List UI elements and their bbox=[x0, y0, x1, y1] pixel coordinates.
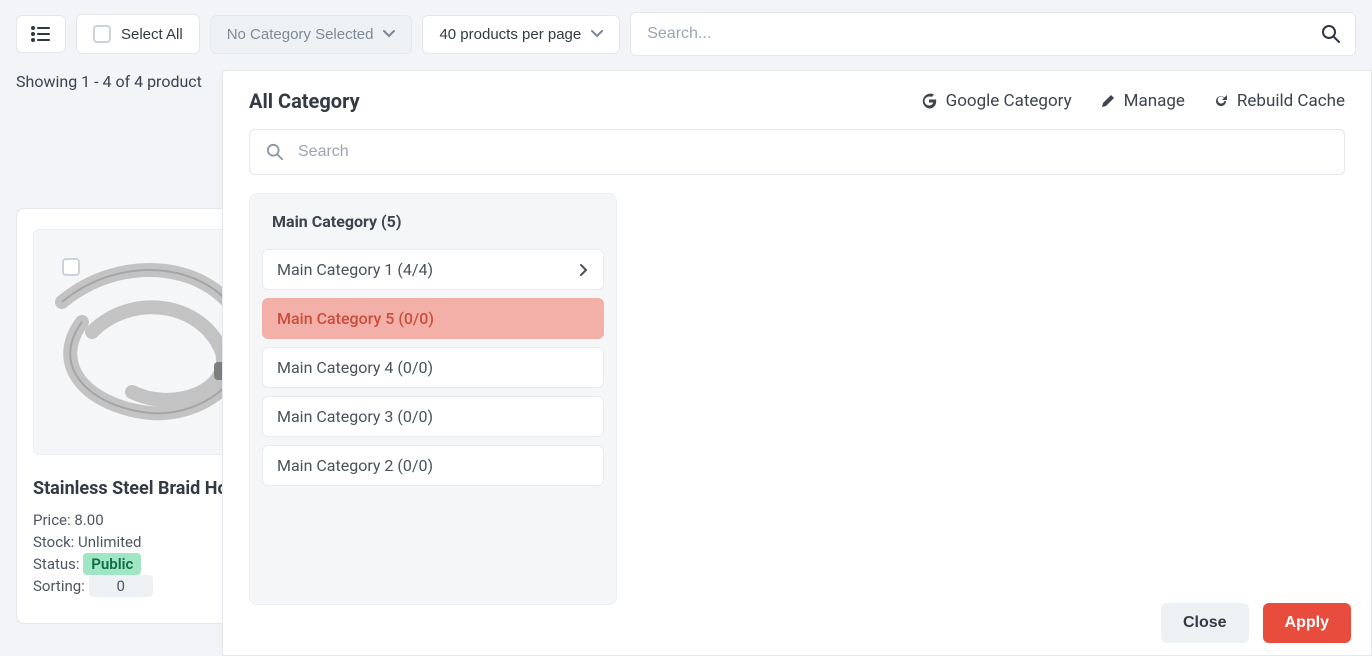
search-icon bbox=[266, 143, 284, 161]
per-page-dropdown[interactable]: 40 products per page bbox=[422, 15, 620, 54]
status-badge: Public bbox=[83, 553, 141, 575]
chevron-down-icon bbox=[591, 30, 603, 38]
modal-search[interactable] bbox=[249, 129, 1345, 175]
list-view-toggle[interactable] bbox=[16, 15, 66, 53]
manage-label: Manage bbox=[1124, 91, 1185, 111]
modal-title: All Category bbox=[249, 89, 360, 113]
google-category-label: Google Category bbox=[946, 91, 1072, 111]
google-category-button[interactable]: Google Category bbox=[920, 91, 1072, 111]
select-all-checkbox[interactable] bbox=[93, 25, 111, 43]
sorting-label: Sorting: bbox=[33, 577, 85, 595]
stock-label: Stock: bbox=[33, 533, 74, 551]
stock-value: Unlimited bbox=[78, 533, 141, 551]
list-icon bbox=[31, 26, 51, 42]
sorting-value[interactable]: 0 bbox=[89, 575, 153, 597]
category-modal: All Category Google Category Manage Rebu… bbox=[222, 70, 1372, 656]
search-icon bbox=[1321, 24, 1341, 44]
category-item[interactable]: Main Category 5 (0/0) bbox=[262, 298, 604, 339]
category-panel: Main Category (5) Main Category 1 (4/4) M… bbox=[249, 193, 617, 605]
close-button[interactable]: Close bbox=[1161, 603, 1249, 643]
category-item[interactable]: Main Category 2 (0/0) bbox=[262, 445, 604, 486]
select-all-label: Select All bbox=[121, 26, 183, 43]
category-item-label: Main Category 5 (0/0) bbox=[277, 309, 434, 328]
category-item-label: Main Category 2 (0/0) bbox=[277, 456, 433, 475]
price-label: Price: bbox=[33, 511, 71, 529]
category-item[interactable]: Main Category 4 (0/0) bbox=[262, 347, 604, 388]
pencil-icon bbox=[1100, 93, 1116, 109]
chevron-right-icon bbox=[579, 263, 589, 277]
select-all-button[interactable]: Select All bbox=[76, 14, 200, 54]
category-item[interactable]: Main Category 1 (4/4) bbox=[262, 249, 604, 290]
per-page-label: 40 products per page bbox=[439, 26, 581, 43]
category-item[interactable]: Main Category 3 (0/0) bbox=[262, 396, 604, 437]
apply-button[interactable]: Apply bbox=[1263, 603, 1351, 643]
google-icon bbox=[920, 92, 938, 110]
toolbar: Select All No Category Selected 40 produ… bbox=[0, 0, 1372, 68]
category-panel-header: Main Category (5) bbox=[262, 212, 604, 241]
category-filter-dropdown[interactable]: No Category Selected bbox=[210, 15, 413, 54]
modal-search-input[interactable] bbox=[296, 142, 1328, 162]
refresh-icon bbox=[1213, 93, 1229, 109]
category-item-label: Main Category 4 (0/0) bbox=[277, 358, 433, 377]
price-value: 8.00 bbox=[74, 511, 103, 529]
manage-button[interactable]: Manage bbox=[1100, 91, 1185, 111]
rebuild-cache-label: Rebuild Cache bbox=[1237, 91, 1345, 111]
search-bar[interactable] bbox=[630, 12, 1356, 56]
search-input[interactable] bbox=[645, 24, 1321, 44]
rebuild-cache-button[interactable]: Rebuild Cache bbox=[1213, 91, 1345, 111]
category-filter-label: No Category Selected bbox=[227, 26, 374, 43]
category-item-label: Main Category 3 (0/0) bbox=[277, 407, 433, 426]
chevron-down-icon bbox=[383, 30, 395, 38]
status-label: Status: bbox=[33, 555, 80, 573]
category-item-label: Main Category 1 (4/4) bbox=[277, 260, 433, 279]
